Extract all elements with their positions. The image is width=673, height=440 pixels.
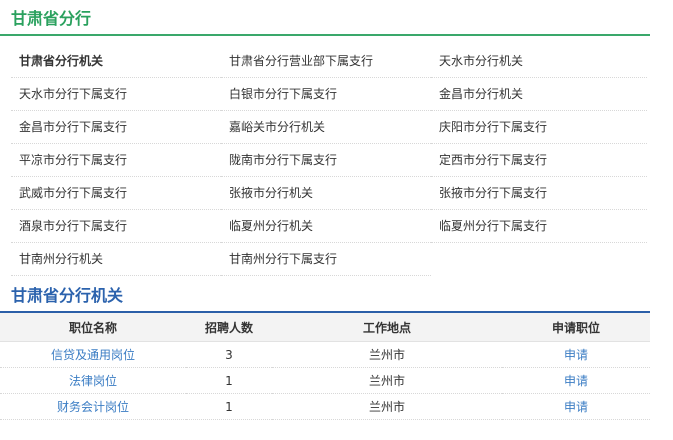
branch-link[interactable]: 甘南州分行机关 (11, 243, 221, 276)
branch-link[interactable]: 平凉市分行下属支行 (11, 144, 221, 177)
apply-cell: 申请 (502, 367, 650, 394)
branch-link[interactable]: 甘肃省分行机关 (11, 45, 221, 78)
branch-link[interactable]: 金昌市分行下属支行 (11, 111, 221, 144)
selected-branch-header: 甘肃省分行机关 (0, 282, 650, 313)
apply-link[interactable]: 申请 (564, 400, 588, 414)
position-link[interactable]: 财务会计岗位 (57, 400, 129, 414)
location-cell: 兰州市 (272, 393, 502, 420)
apply-link[interactable]: 申请 (564, 374, 588, 388)
branch-link[interactable]: 临夏州分行机关 (221, 210, 431, 243)
location-cell: 兰州市 (272, 367, 502, 394)
branch-link[interactable]: 嘉峪关市分行机关 (221, 111, 431, 144)
count-cell: 3 (186, 341, 272, 368)
position-cell: 财务会计岗位 (0, 393, 186, 420)
branch-link[interactable]: 陇南市分行下属支行 (221, 144, 431, 177)
column-header-position: 职位名称 (0, 313, 186, 342)
branch-link[interactable]: 武威市分行下属支行 (11, 177, 221, 210)
branch-link[interactable]: 甘南州分行下属支行 (221, 243, 431, 276)
position-cell: 信贷及通用岗位 (0, 341, 186, 368)
branch-link[interactable]: 庆阳市分行下属支行 (431, 111, 647, 144)
jobs-table: 职位名称 招聘人数 工作地点 申请职位 信贷及通用岗位 3 兰州市 申请 法律岗… (0, 313, 650, 420)
position-cell: 法律岗位 (0, 367, 186, 394)
empty-cell (431, 243, 647, 276)
column-header-apply: 申请职位 (502, 313, 650, 342)
location-cell: 兰州市 (272, 341, 502, 368)
table-row: 财务会计岗位 1 兰州市 申请 (0, 393, 650, 420)
branch-link[interactable]: 甘肃省分行营业部下属支行 (221, 45, 431, 78)
count-cell: 1 (186, 393, 272, 420)
branch-link[interactable]: 定西市分行下属支行 (431, 144, 647, 177)
column-header-location: 工作地点 (272, 313, 502, 342)
branch-link[interactable]: 白银市分行下属支行 (221, 78, 431, 111)
branch-section-header: 甘肃省分行 (0, 0, 650, 36)
branch-link[interactable]: 张掖市分行机关 (221, 177, 431, 210)
table-row: 法律岗位 1 兰州市 申请 (0, 367, 650, 394)
branch-link[interactable]: 张掖市分行下属支行 (431, 177, 647, 210)
branch-link[interactable]: 天水市分行机关 (431, 45, 647, 78)
table-row: 信贷及通用岗位 3 兰州市 申请 (0, 341, 650, 368)
apply-cell: 申请 (502, 341, 650, 368)
position-link[interactable]: 信贷及通用岗位 (51, 348, 135, 362)
section-title: 甘肃省分行 (11, 9, 92, 28)
branch-link[interactable]: 金昌市分行机关 (431, 78, 647, 111)
branch-list: 甘肃省分行机关 甘肃省分行营业部下属支行 天水市分行机关 天水市分行下属支行 白… (11, 45, 647, 276)
branch-link[interactable]: 天水市分行下属支行 (11, 78, 221, 111)
apply-cell: 申请 (502, 393, 650, 420)
count-cell: 1 (186, 367, 272, 394)
selected-branch-title: 甘肃省分行机关 (11, 286, 124, 305)
branch-link[interactable]: 临夏州分行下属支行 (431, 210, 647, 243)
position-link[interactable]: 法律岗位 (69, 374, 117, 388)
branch-link[interactable]: 酒泉市分行下属支行 (11, 210, 221, 243)
column-header-count: 招聘人数 (186, 313, 272, 342)
table-header-row: 职位名称 招聘人数 工作地点 申请职位 (0, 313, 650, 342)
apply-link[interactable]: 申请 (564, 348, 588, 362)
